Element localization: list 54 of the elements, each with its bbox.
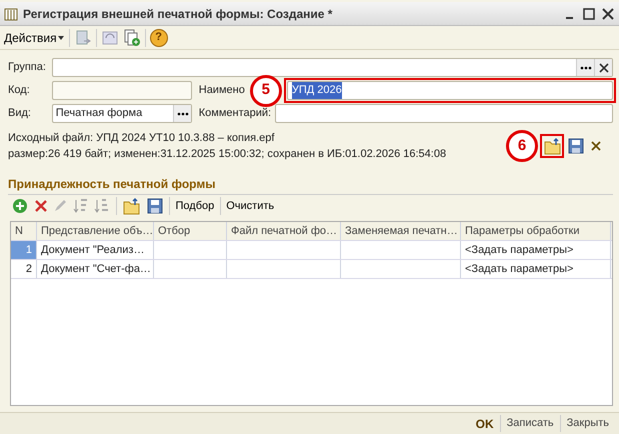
maximize-icon[interactable]: [582, 6, 596, 20]
toolbar-button[interactable]: Подбор: [176, 198, 214, 214]
name-field[interactable]: УПД 2026: [286, 81, 613, 100]
window-icon: [4, 6, 18, 20]
footer-button[interactable]: Закрыть: [560, 415, 615, 432]
file-info-text: Исходный файл: УПД 2024 УТ10 10.3.88 – копия.epf: [8, 130, 274, 146]
column-header: N: [11, 222, 37, 240]
actions-menu[interactable]: Действия: [4, 28, 65, 46]
table-cell: <Задать параметры>: [461, 240, 611, 259]
window-title: Регистрация внешней печатной формы: Создание *: [23, 6, 334, 22]
close-icon[interactable]: [601, 6, 615, 20]
ellipsis-icon[interactable]: [176, 112, 188, 116]
sort-ascending-icon[interactable]: [72, 198, 88, 214]
footer-button[interactable]: Записать: [500, 415, 560, 432]
caret-icon: [56, 34, 65, 42]
field-label: Комментарий:: [198, 106, 272, 122]
code-field[interactable]: [52, 81, 192, 100]
column-header: Заменяемая печатн…: [341, 222, 461, 240]
section-title: Принадлежность печатной формы: [8, 174, 613, 195]
kind-field[interactable]: Печатная форма: [52, 104, 192, 123]
load-file-icon[interactable]: [543, 137, 561, 156]
column-header: Отбор: [154, 222, 227, 240]
file-info-text: размер:26 419 байт; изменен:31.12.2025 15:00:32; сохранен в ИБ:01.02.2026 16:54:08: [8, 147, 446, 162]
group-field[interactable]: [52, 58, 613, 77]
add-icon[interactable]: [12, 198, 28, 214]
field-label: Группа:: [8, 60, 47, 76]
callout-number: 5: [250, 74, 282, 106]
table-cell: <Задать параметры>: [461, 260, 611, 278]
delete-icon[interactable]: [34, 198, 48, 213]
refresh-icon[interactable]: [100, 28, 119, 46]
save-icon[interactable]: [146, 196, 164, 215]
table-cell: Документ "Реализ…: [37, 240, 154, 259]
close-icon[interactable]: [590, 140, 602, 152]
save-icon[interactable]: [566, 137, 584, 156]
field-label: Вид:: [8, 106, 32, 122]
load-file-icon[interactable]: [122, 196, 140, 215]
clear-icon[interactable]: [598, 62, 608, 72]
callout-number: 6: [506, 130, 538, 162]
comment-field[interactable]: [275, 104, 613, 123]
sort-descending-icon[interactable]: [94, 198, 110, 214]
callout-frame: [540, 134, 564, 158]
select-button[interactable]: [576, 59, 594, 76]
column-header: Параметры обработки: [461, 222, 611, 240]
copy-add-icon[interactable]: [122, 28, 141, 46]
field-label: Код:: [8, 83, 31, 98]
ellipsis-icon: [580, 66, 592, 70]
row-number[interactable]: 2: [11, 260, 37, 278]
toolbar-button[interactable]: Очистить: [226, 198, 274, 214]
table-cell: Документ "Счет-фа…: [37, 260, 154, 278]
column-header: Файл печатной фо…: [227, 222, 341, 240]
footer-button[interactable]: OK: [470, 414, 500, 432]
field-label: Наимено: [198, 83, 245, 98]
column-header: Представление объ…: [37, 222, 154, 240]
help-button[interactable]: ?: [150, 28, 168, 46]
